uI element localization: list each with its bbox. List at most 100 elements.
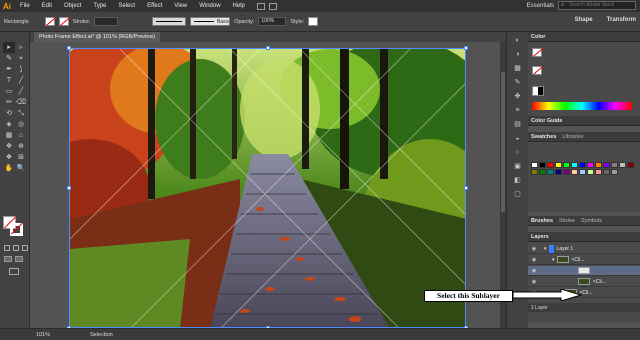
menu-file[interactable]: File bbox=[14, 3, 36, 9]
color-swatch[interactable] bbox=[547, 169, 554, 175]
gradient-mode-button[interactable] bbox=[13, 245, 19, 251]
symbols-icon[interactable]: ✤ bbox=[511, 92, 525, 102]
sublayer-name[interactable]: <Cli... bbox=[572, 257, 585, 263]
fill-stroke-widget[interactable] bbox=[3, 216, 27, 240]
sublayer-row-selected[interactable]: ◉ bbox=[528, 266, 640, 276]
tool-button[interactable]: ⟲ bbox=[3, 108, 15, 119]
color-swatch[interactable] bbox=[563, 162, 570, 168]
tab-layers[interactable]: Layers bbox=[531, 234, 549, 240]
document-tab[interactable]: Photo Frame Effect.ai* @ 101% (RGB/Previ… bbox=[34, 32, 161, 42]
draw-behind-button[interactable] bbox=[15, 256, 23, 262]
artboard-photo[interactable] bbox=[69, 48, 466, 328]
tool-button[interactable]: T bbox=[3, 75, 15, 86]
opacity-label[interactable]: Opacity: bbox=[234, 19, 254, 25]
graphic-styles-icon[interactable]: ▣ bbox=[511, 162, 525, 172]
stroke-swatch[interactable] bbox=[58, 17, 69, 26]
color-swatch[interactable] bbox=[595, 162, 602, 168]
visibility-eye-icon[interactable]: ◉ bbox=[530, 268, 538, 274]
stock-search-field[interactable]: ⌕ bbox=[558, 1, 636, 10]
tool-button[interactable]: ✥ bbox=[3, 141, 15, 152]
tool-button[interactable]: 🔍 bbox=[15, 163, 27, 174]
stroke-color-box[interactable] bbox=[10, 223, 23, 236]
graphic-style-swatch[interactable] bbox=[308, 17, 319, 26]
brush-definition-dropdown[interactable]: Basic bbox=[190, 17, 231, 26]
tab-stroke[interactable]: Stroke bbox=[559, 218, 575, 224]
gradient-icon[interactable]: ▤ bbox=[511, 120, 525, 130]
stroke-weight-dropdown[interactable] bbox=[94, 17, 119, 26]
tool-button[interactable]: ⟆ bbox=[15, 64, 27, 75]
tool-button[interactable]: ⊕ bbox=[15, 141, 27, 152]
menu-window[interactable]: Window bbox=[193, 3, 226, 9]
fill-swatch[interactable] bbox=[44, 17, 55, 26]
color-swatch[interactable] bbox=[611, 169, 618, 175]
color-mode-button[interactable] bbox=[4, 245, 10, 251]
tool-button[interactable]: ╱ bbox=[15, 75, 27, 86]
variable-width-profile[interactable] bbox=[152, 17, 187, 26]
color-spectrum-bar[interactable] bbox=[532, 102, 632, 110]
transform-button[interactable]: Transform bbox=[607, 17, 636, 23]
bridge-icon[interactable] bbox=[256, 2, 265, 10]
tab-libraries[interactable]: Libraries bbox=[562, 134, 583, 140]
tool-button[interactable]: ⊞ bbox=[15, 152, 27, 163]
color-swatch[interactable] bbox=[555, 162, 562, 168]
color-swatch[interactable] bbox=[531, 169, 538, 175]
tool-button[interactable]: ╱ bbox=[15, 86, 27, 97]
color-swatch[interactable] bbox=[603, 169, 610, 175]
stock-search-input[interactable] bbox=[569, 2, 635, 8]
color-guide-icon[interactable]: ◑ bbox=[511, 50, 525, 60]
tab-color[interactable]: Color bbox=[531, 34, 545, 40]
tool-button[interactable]: ▦ bbox=[3, 130, 15, 141]
expand-chevron-icon[interactable]: ▾ bbox=[544, 246, 547, 252]
color-swatch[interactable] bbox=[603, 162, 610, 168]
stroke-icon[interactable]: ≡ bbox=[511, 106, 525, 116]
opacity-field[interactable]: 100% bbox=[258, 17, 287, 26]
sublayer-name[interactable]: <Cli... bbox=[593, 279, 606, 285]
color-swatch[interactable] bbox=[547, 162, 554, 168]
tool-button[interactable]: ◈ bbox=[3, 119, 15, 130]
appearance-icon[interactable]: ○ bbox=[511, 148, 525, 158]
menu-help[interactable]: Help bbox=[227, 3, 251, 9]
color-swatch[interactable] bbox=[539, 162, 546, 168]
color-panel-icon[interactable]: ◐ bbox=[511, 36, 525, 46]
layer-name[interactable]: Layer 1 bbox=[557, 246, 574, 252]
color-swatch[interactable] bbox=[571, 162, 578, 168]
color-swatch[interactable] bbox=[587, 162, 594, 168]
tool-button[interactable]: ✏ bbox=[3, 97, 15, 108]
color-swatch[interactable] bbox=[627, 162, 634, 168]
color-fill-swatch[interactable] bbox=[532, 48, 542, 57]
tool-button[interactable]: ✒ bbox=[3, 64, 15, 75]
artboards-icon[interactable]: ▢ bbox=[511, 190, 525, 200]
tool-button[interactable]: ⌫ bbox=[15, 97, 27, 108]
screen-mode-button[interactable] bbox=[9, 268, 19, 275]
none-mode-button[interactable] bbox=[22, 245, 28, 251]
layer-row[interactable]: ◉ ▾ Layer 1 bbox=[528, 244, 640, 254]
color-swatch[interactable] bbox=[579, 162, 586, 168]
sublayer-row[interactable]: ◉ ▾ <Cli... bbox=[528, 255, 640, 265]
tool-button[interactable]: ❖ bbox=[3, 152, 15, 163]
visibility-eye-icon[interactable]: ◉ bbox=[530, 246, 538, 252]
menu-type[interactable]: Type bbox=[87, 3, 112, 9]
draw-normal-button[interactable] bbox=[4, 256, 12, 262]
tool-button[interactable]: ◎ bbox=[15, 119, 27, 130]
menu-effect[interactable]: Effect bbox=[141, 3, 168, 9]
white-black-chips[interactable] bbox=[532, 86, 544, 96]
shape-button[interactable]: Shape bbox=[575, 17, 593, 23]
color-swatch[interactable] bbox=[571, 169, 578, 175]
swatches-icon[interactable]: ▦ bbox=[511, 64, 525, 74]
color-stroke-swatch[interactable] bbox=[532, 66, 542, 75]
expand-chevron-icon[interactable]: ▾ bbox=[552, 257, 555, 263]
menu-object[interactable]: Object bbox=[58, 3, 87, 9]
current-tool-status[interactable]: Selection bbox=[90, 332, 113, 338]
tab-brushes[interactable]: Brushes bbox=[531, 218, 553, 224]
zoom-level[interactable]: 101% bbox=[36, 332, 50, 338]
tool-button[interactable]: ⤡ bbox=[15, 108, 27, 119]
color-swatch[interactable] bbox=[531, 162, 538, 168]
tab-swatches[interactable]: Swatches bbox=[531, 134, 556, 140]
tool-button[interactable]: ✋ bbox=[3, 163, 15, 174]
tool-button[interactable]: ⌖ bbox=[15, 53, 27, 64]
tool-button[interactable]: ⌂ bbox=[15, 130, 27, 141]
tab-color-guide[interactable]: Color Guide bbox=[531, 118, 562, 124]
color-swatch[interactable] bbox=[619, 162, 626, 168]
color-swatch[interactable] bbox=[595, 169, 602, 175]
tool-button[interactable]: ▭ bbox=[3, 86, 15, 97]
